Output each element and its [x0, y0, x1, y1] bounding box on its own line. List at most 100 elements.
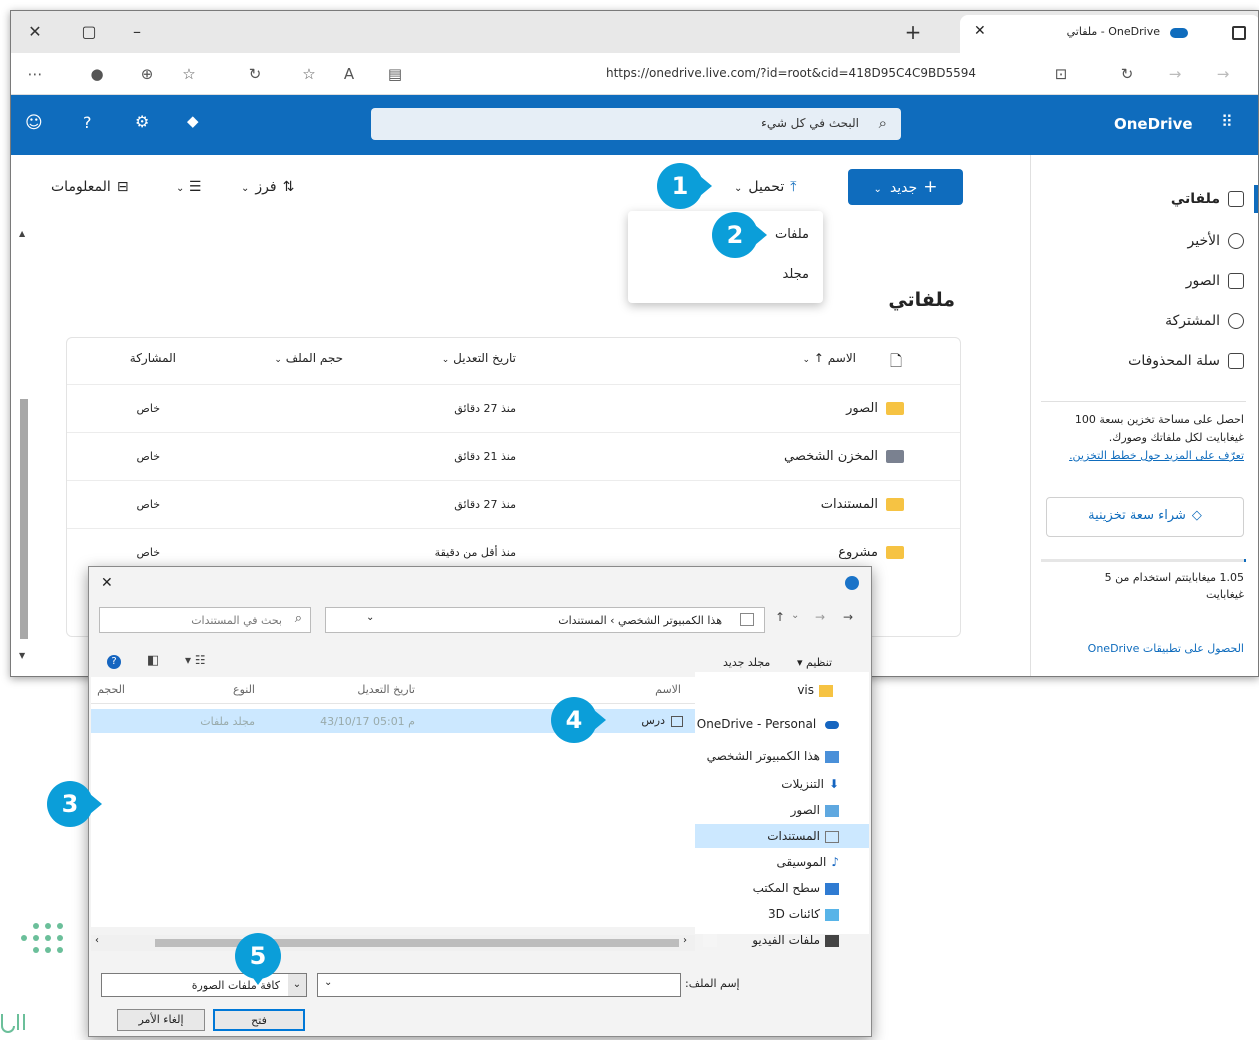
file-name[interactable]: درس: [641, 714, 683, 727]
immersive-reader-icon[interactable]: ▤: [383, 63, 407, 85]
file-type-icon: 🗋: [889, 352, 902, 370]
back-icon[interactable]: →: [1211, 63, 1235, 85]
new-button[interactable]: +جديد⌄: [848, 169, 963, 205]
sidebar-item-my-files[interactable]: ملفاتي: [1171, 187, 1244, 211]
chevron-down-icon[interactable]: ⌄: [324, 977, 332, 988]
column-modified[interactable]: تاريخ التعديل ⌄: [442, 351, 516, 365]
file-name[interactable]: الصور: [846, 385, 904, 433]
app-launcher-icon[interactable]: ⠿: [1221, 112, 1233, 131]
tree-item-videos[interactable]: ملفات الفيديو: [752, 928, 839, 952]
tree-item-this-pc[interactable]: هذا الكمبيوتر الشخصي: [707, 744, 839, 768]
step-badge-2: 2: [712, 212, 767, 258]
account-icon[interactable]: ☺: [25, 113, 43, 133]
chevron-down-icon[interactable]: ⌄: [366, 612, 374, 623]
back-icon[interactable]: →: [843, 610, 853, 624]
preview-pane-icon[interactable]: ◧: [147, 653, 159, 668]
filetype-select[interactable]: ⌄ كافة ملفات الصورة: [101, 973, 307, 997]
read-aloud-icon[interactable]: A: [337, 63, 361, 85]
table-row[interactable]: الصور منذ 27 دقائق خاص: [67, 384, 960, 433]
favorites-icon[interactable]: ☆: [177, 63, 201, 85]
cancel-button[interactable]: إلغاء الأمر: [117, 1009, 205, 1031]
sidebar-item-recent[interactable]: الأخير: [1188, 229, 1244, 253]
column-size[interactable]: الحجم: [97, 683, 125, 696]
tree-item-downloads[interactable]: ⬇التنزيلات: [781, 772, 839, 796]
table-row[interactable]: المستندات منذ 27 دقائق خاص: [67, 480, 960, 529]
settings-gear-icon[interactable]: ⚙: [135, 112, 149, 131]
tree-item-pictures[interactable]: الصور: [791, 798, 839, 822]
column-name[interactable]: الاسم: [655, 683, 681, 696]
file-sharing: خاص: [136, 498, 160, 511]
url-field[interactable]: https://onedrive.live.com/?id=root&cid=4…: [606, 66, 976, 80]
column-sharing[interactable]: المشاركة: [130, 351, 176, 365]
buy-storage-button[interactable]: ◇شراء سعة تخزينية: [1046, 497, 1244, 537]
dialog-search-box[interactable]: بحث في المستندات ⌕: [99, 607, 311, 633]
tree-item-documents[interactable]: المستندات: [767, 824, 839, 848]
dialog-breadcrumb[interactable]: هذا الكمبيوتر الشخصي › المستندات: [558, 614, 722, 627]
left-scrollbar[interactable]: ▲ ▼: [19, 229, 29, 669]
help-icon[interactable]: ?: [107, 655, 121, 669]
new-tab-icon[interactable]: +: [899, 19, 927, 45]
view-options-button[interactable]: ⌄ ☰: [176, 169, 201, 205]
onedrive-brand[interactable]: OneDrive: [1114, 115, 1193, 133]
storage-plans-link[interactable]: تعرّف على المزيد حول خطط التخزين.: [1069, 447, 1244, 465]
add-favorite-icon[interactable]: ☆: [297, 63, 321, 85]
trash-icon: [1228, 353, 1244, 369]
file-name[interactable]: المخزن الشخصي: [784, 433, 904, 481]
close-window-icon[interactable]: ✕: [21, 19, 49, 45]
dialog-close-icon[interactable]: ✕: [101, 575, 113, 591]
ministry-logo-text: [0, 1010, 30, 1036]
tree-item-vis[interactable]: vis: [797, 678, 833, 702]
more-icon[interactable]: ⋯: [23, 63, 47, 85]
tree-item-onedrive[interactable]: OneDrive - Personal: [697, 712, 839, 736]
tab-close-icon[interactable]: ✕: [974, 23, 986, 39]
column-size[interactable]: حجم الملف ⌄: [274, 351, 343, 365]
chevron-down-icon[interactable]: ⌄: [288, 974, 306, 996]
search-input[interactable]: البحث في كل شيء: [761, 116, 859, 130]
scroll-left-arrow-icon[interactable]: ‹: [95, 935, 99, 946]
column-type[interactable]: النوع: [233, 683, 255, 696]
forward-icon[interactable]: →: [815, 610, 825, 624]
horizontal-scrollbar[interactable]: ‹ ›: [91, 935, 695, 951]
menu-item-files[interactable]: ملفات: [775, 227, 809, 242]
table-row[interactable]: المخزن الشخصي منذ 21 دقائق خاص: [67, 432, 960, 481]
tree-item-3d-objects[interactable]: كائنات 3D: [768, 902, 839, 926]
profile-icon[interactable]: ●: [85, 63, 109, 85]
upload-button[interactable]: ⤒تحميل⌄: [734, 169, 796, 205]
maximize-icon[interactable]: ▢: [75, 19, 103, 45]
filename-input[interactable]: ⌄: [317, 973, 681, 997]
organize-button[interactable]: تنظيم ▾: [797, 656, 832, 669]
scrollbar-thumb[interactable]: [155, 939, 679, 947]
scroll-right-arrow-icon[interactable]: ›: [683, 935, 687, 946]
help-icon[interactable]: ?: [83, 113, 92, 132]
column-name[interactable]: الاسم ↑ ⌄: [803, 351, 856, 365]
up-arrow-icon[interactable]: ↑: [775, 610, 785, 624]
browser-tab[interactable]: ✕ OneDrive - ملفاتي: [960, 15, 1258, 53]
tree-item-music[interactable]: ♪الموسيقى: [776, 850, 839, 874]
column-modified[interactable]: تاريخ التعديل: [357, 683, 415, 696]
tab-actions-icon[interactable]: [1232, 26, 1246, 40]
open-button[interactable]: فتح: [213, 1009, 305, 1031]
info-button[interactable]: ⊟المعلومات: [51, 169, 129, 205]
minimize-icon[interactable]: –: [123, 19, 151, 45]
menu-item-folder[interactable]: مجلد: [783, 267, 809, 282]
premium-diamond-icon[interactable]: ◆: [187, 112, 199, 130]
forward-icon[interactable]: →: [1163, 63, 1187, 85]
refresh-small-icon[interactable]: ↻: [243, 63, 267, 85]
search-box[interactable]: البحث في كل شيء ⌕: [371, 108, 901, 140]
scroll-up-arrow-icon[interactable]: ▲: [19, 229, 25, 238]
file-name[interactable]: المستندات: [821, 481, 904, 529]
scrollbar-thumb[interactable]: [20, 399, 28, 639]
view-menu-icon[interactable]: ▾ ☷: [185, 653, 206, 667]
sidebar-item-recycle-bin[interactable]: سلة المحذوفات: [1128, 349, 1244, 373]
tree-item-desktop[interactable]: سطح المكتب: [753, 876, 839, 900]
sort-button[interactable]: ⇅فرز⌄: [241, 169, 294, 205]
collections-icon[interactable]: ⊕: [135, 63, 159, 85]
new-folder-button[interactable]: مجلد جديد: [723, 656, 770, 669]
get-apps-link[interactable]: الحصول على تطبيقات OneDrive: [1088, 642, 1244, 655]
recent-locations-icon[interactable]: ⌄: [791, 610, 799, 621]
scroll-down-arrow-icon[interactable]: ▼: [19, 651, 25, 660]
dialog-search-input[interactable]: بحث في المستندات: [191, 614, 282, 627]
sidebar-item-shared[interactable]: المشتركة: [1165, 309, 1244, 333]
sidebar-item-photos[interactable]: الصور: [1186, 269, 1244, 293]
refresh-icon[interactable]: ↻: [1115, 63, 1139, 85]
